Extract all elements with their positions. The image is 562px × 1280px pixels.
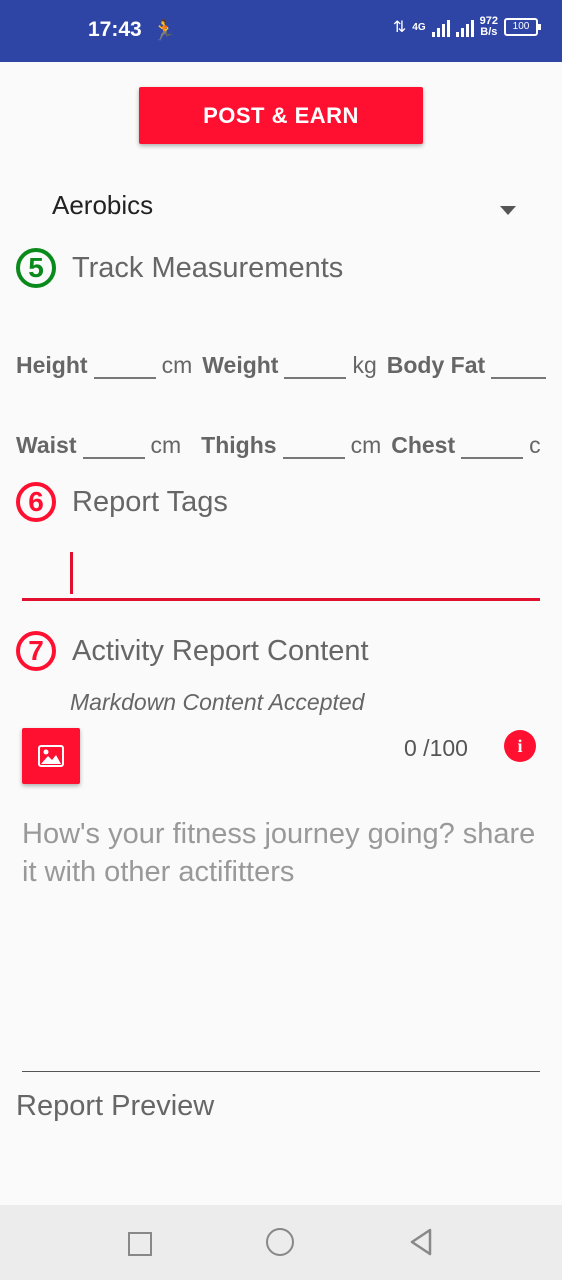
measurements-row-2: Waist cm Thighs cm Chest c (16, 432, 546, 459)
home-icon[interactable] (266, 1228, 294, 1256)
post-and-earn-button[interactable]: POST & EARN (139, 87, 423, 144)
body-fat-input[interactable] (491, 355, 546, 379)
step-number-6: 6 (16, 482, 56, 522)
report-preview-label: Report Preview (16, 1090, 215, 1122)
insert-image-button[interactable] (22, 728, 80, 784)
image-icon (38, 745, 64, 767)
signal-icon-2 (455, 17, 474, 37)
battery-icon: 100 (504, 18, 541, 36)
section-title: Track Measurements (72, 251, 344, 284)
weight-label: Weight (202, 352, 279, 378)
info-icon[interactable]: i (504, 730, 536, 762)
measurements-row-1: Height cm Weight kg Body Fat (16, 352, 546, 379)
thighs-unit: cm (350, 432, 382, 458)
markdown-note: Markdown Content Accepted (70, 689, 365, 715)
back-icon[interactable] (408, 1227, 434, 1257)
tags-heading: 6 Report Tags (16, 482, 228, 522)
dropdown-selected-value: Aerobics (52, 190, 154, 220)
status-bar: 17:43 🏃 ⇅ 4G 972 B/s 100 (0, 0, 562, 62)
chest-input[interactable] (461, 435, 524, 459)
weight-unit: kg (352, 352, 377, 378)
step-number-7: 7 (16, 631, 56, 671)
thighs-input[interactable] (282, 435, 345, 459)
dropdown-arrow-icon (500, 206, 516, 215)
chest-label: Chest (391, 432, 456, 458)
waist-unit: cm (150, 432, 182, 458)
content-heading: 7 Activity Report Content (16, 631, 369, 671)
net-speed-unit: B/s (480, 26, 498, 38)
status-indicators: ⇅ 4G 972 B/s 100 (392, 16, 541, 38)
activity-type-dropdown[interactable]: Aerobics (52, 190, 522, 234)
char-counter: 0 /100 (404, 735, 468, 761)
running-icon: 🏃 (152, 20, 177, 42)
waist-label: Waist (16, 432, 77, 458)
body-fat-label: Body Fat (386, 352, 486, 378)
status-time: 17:43 (88, 18, 142, 41)
net-speed: 972 B/s (480, 16, 498, 38)
report-tags-input[interactable] (22, 548, 540, 601)
network-type: 4G (412, 21, 426, 33)
waist-input[interactable] (82, 435, 145, 459)
measurements-heading: 5 Track Measurements (16, 248, 343, 288)
section-title: Report Tags (72, 485, 228, 518)
recents-icon[interactable] (128, 1232, 152, 1256)
thighs-label: Thighs (201, 432, 277, 458)
height-unit: cm (161, 352, 193, 378)
weight-input[interactable] (284, 355, 347, 379)
height-input[interactable] (93, 355, 156, 379)
signal-icon (431, 17, 450, 37)
height-label: Height (16, 352, 88, 378)
text-cursor (70, 552, 73, 594)
data-transfer-icon: ⇅ (392, 19, 407, 36)
system-nav-bar (0, 1205, 562, 1280)
step-number-5: 5 (16, 248, 56, 288)
section-title: Activity Report Content (72, 634, 369, 667)
report-content-textarea[interactable]: How's your fitness journey going? share … (22, 815, 540, 1072)
chest-unit: c (529, 432, 541, 458)
